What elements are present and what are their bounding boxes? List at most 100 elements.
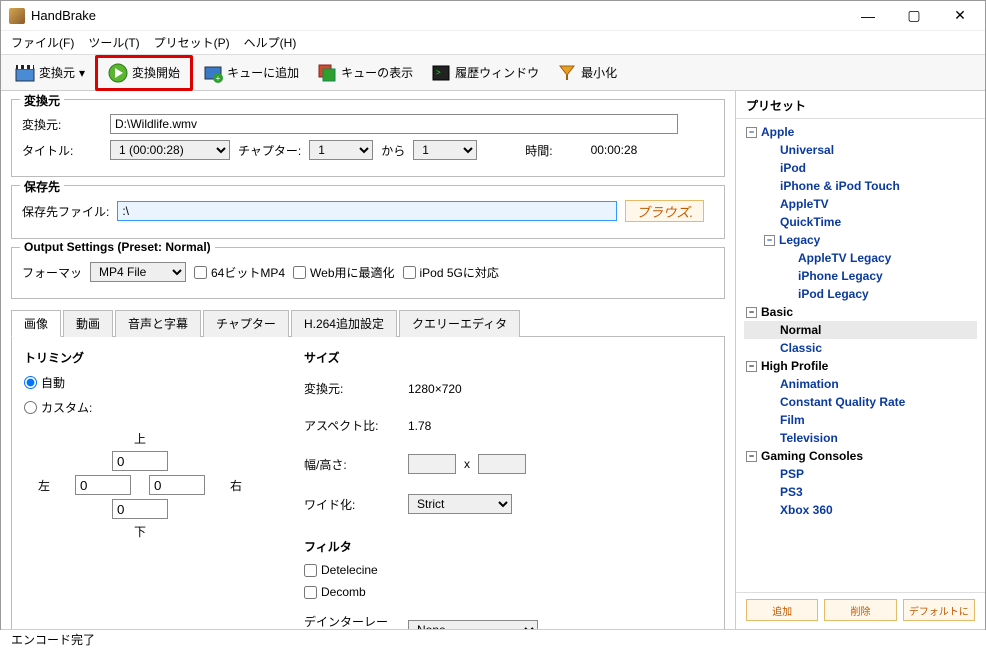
wide-select[interactable]: Strict [408,494,512,514]
tab-chapters[interactable]: チャプター [203,310,289,337]
toolbar-history[interactable]: > 履歴ウィンドウ [423,58,547,88]
preset-item[interactable]: Constant Quality Rate [744,393,977,411]
tab-image[interactable]: 画像 [11,310,61,337]
group-dest-title: 保存先 [20,178,64,195]
time-value: 00:00:28 [591,143,638,157]
trim-title: トリミング [24,349,264,366]
width-input[interactable] [408,454,456,474]
preset-item[interactable]: iPod Legacy [744,285,977,303]
preset-item[interactable]: PSP [744,465,977,483]
toolbar-show-queue[interactable]: キューの表示 [309,58,421,88]
maximize-button[interactable]: ▢ [891,2,937,30]
preset-item[interactable]: PS3 [744,483,977,501]
chapter-to-select[interactable]: 1 [413,140,477,160]
preset-item[interactable]: Animation [744,375,977,393]
minimize-icon [557,63,577,83]
src-size-label: 変換元: [304,380,400,397]
toolbar-source[interactable]: 変換元 ▾ [7,58,93,88]
expander-icon[interactable]: − [746,451,757,462]
toolbar-source-label: 変換元 [39,64,75,81]
preset-group-label: Basic [761,305,793,319]
highlight-start: 変換開始 [95,55,193,91]
toolbar-show-queue-label: キューの表示 [341,64,413,81]
preset-add-button[interactable]: 追加 [746,599,818,621]
size-title: サイズ [304,349,712,366]
chk-64bit-box[interactable] [194,266,207,279]
menu-file[interactable]: ファイル(F) [11,34,74,51]
toolbar-minimize[interactable]: 最小化 [549,58,625,88]
expander-icon[interactable]: − [746,127,757,138]
preset-buttons: 追加 削除 デフォルトに [736,592,985,629]
tab-video[interactable]: 動画 [63,310,113,337]
svg-text:+: + [216,74,221,83]
source-path-input[interactable] [110,114,678,134]
chk-web-box[interactable] [293,266,306,279]
preset-item[interactable]: iPod [744,159,977,177]
crop-right[interactable] [149,475,205,495]
presets-title: プリセット [736,91,985,119]
chk-web[interactable]: Web用に最適化 [293,264,394,281]
status-text: エンコード完了 [11,631,95,648]
deinterlace-select[interactable]: None [408,620,538,629]
preset-group[interactable]: −Gaming Consoles [744,447,977,465]
chk-detelecine[interactable]: Detelecine [304,563,712,577]
chapter-label: チャプター: [238,142,301,159]
radio-custom-input[interactable] [24,401,37,414]
menu-help[interactable]: ヘルプ(H) [244,34,297,51]
minimize-button[interactable]: — [845,2,891,30]
chk-decomb[interactable]: Decomb [304,585,712,599]
browse-button[interactable]: ブラウズ. [625,200,704,222]
preset-default-button[interactable]: デフォルトに [903,599,975,621]
crop-grid: 上 左 右 下 [24,430,264,540]
queue-show-icon [317,63,337,83]
height-input[interactable] [478,454,526,474]
preset-group[interactable]: −High Profile [744,357,977,375]
preset-item[interactable]: Xbox 360 [744,501,977,519]
preset-group[interactable]: −Basic [744,303,977,321]
preset-item[interactable]: iPhone Legacy [744,267,977,285]
preset-item[interactable]: Film [744,411,977,429]
preset-item[interactable]: AppleTV [744,195,977,213]
close-button[interactable]: ✕ [937,2,983,30]
expander-icon[interactable]: − [764,235,775,246]
destination-input[interactable] [117,201,617,221]
radio-auto[interactable]: 自動 [24,374,264,391]
crop-top[interactable] [112,451,168,471]
queue-add-icon: + [203,63,223,83]
tab-audio[interactable]: 音声と字幕 [115,310,201,337]
title-select[interactable]: 1 (00:00:28) [110,140,230,160]
tab-h264[interactable]: H.264追加設定 [291,310,397,337]
preset-group[interactable]: −Apple [744,123,977,141]
window-title: HandBrake [31,8,845,23]
content: 変換元 変換元: タイトル: 1 (00:00:28) チャプター: 1 から … [1,91,985,629]
tab-query[interactable]: クエリーエディタ [399,310,520,337]
toolbar-add-queue[interactable]: + キューに追加 [195,58,307,88]
preset-item[interactable]: QuickTime [744,213,977,231]
chapter-from-select[interactable]: 1 [309,140,373,160]
preset-item[interactable]: AppleTV Legacy [744,249,977,267]
crop-bottom[interactable] [112,499,168,519]
chk-64bit[interactable]: 64ビットMP4 [194,264,285,281]
sidebar-presets: プリセット −AppleUniversaliPodiPhone & iPod T… [735,91,985,629]
preset-item[interactable]: iPhone & iPod Touch [744,177,977,195]
preset-item[interactable]: Universal [744,141,977,159]
group-source: 変換元 変換元: タイトル: 1 (00:00:28) チャプター: 1 から … [11,99,725,177]
group-destination: 保存先 保存先ファイル: ブラウズ. [11,185,725,239]
radio-auto-input[interactable] [24,376,37,389]
expander-icon[interactable]: − [746,361,757,372]
menu-tools[interactable]: ツール(T) [88,34,139,51]
toolbar-start[interactable]: 変換開始 [100,58,188,88]
preset-del-button[interactable]: 削除 [824,599,896,621]
app-icon [9,8,25,24]
preset-item[interactable]: Classic [744,339,977,357]
chk-ipod[interactable]: iPod 5Gに対応 [403,264,499,281]
format-select[interactable]: MP4 File [90,262,186,282]
radio-custom[interactable]: カスタム: [24,399,264,416]
preset-item[interactable]: Television [744,429,977,447]
preset-group[interactable]: −Legacy [744,231,977,249]
menu-presets[interactable]: プリセット(P) [154,34,230,51]
expander-icon[interactable]: − [746,307,757,318]
preset-item[interactable]: Normal [744,321,977,339]
chk-ipod-box[interactable] [403,266,416,279]
crop-left[interactable] [75,475,131,495]
